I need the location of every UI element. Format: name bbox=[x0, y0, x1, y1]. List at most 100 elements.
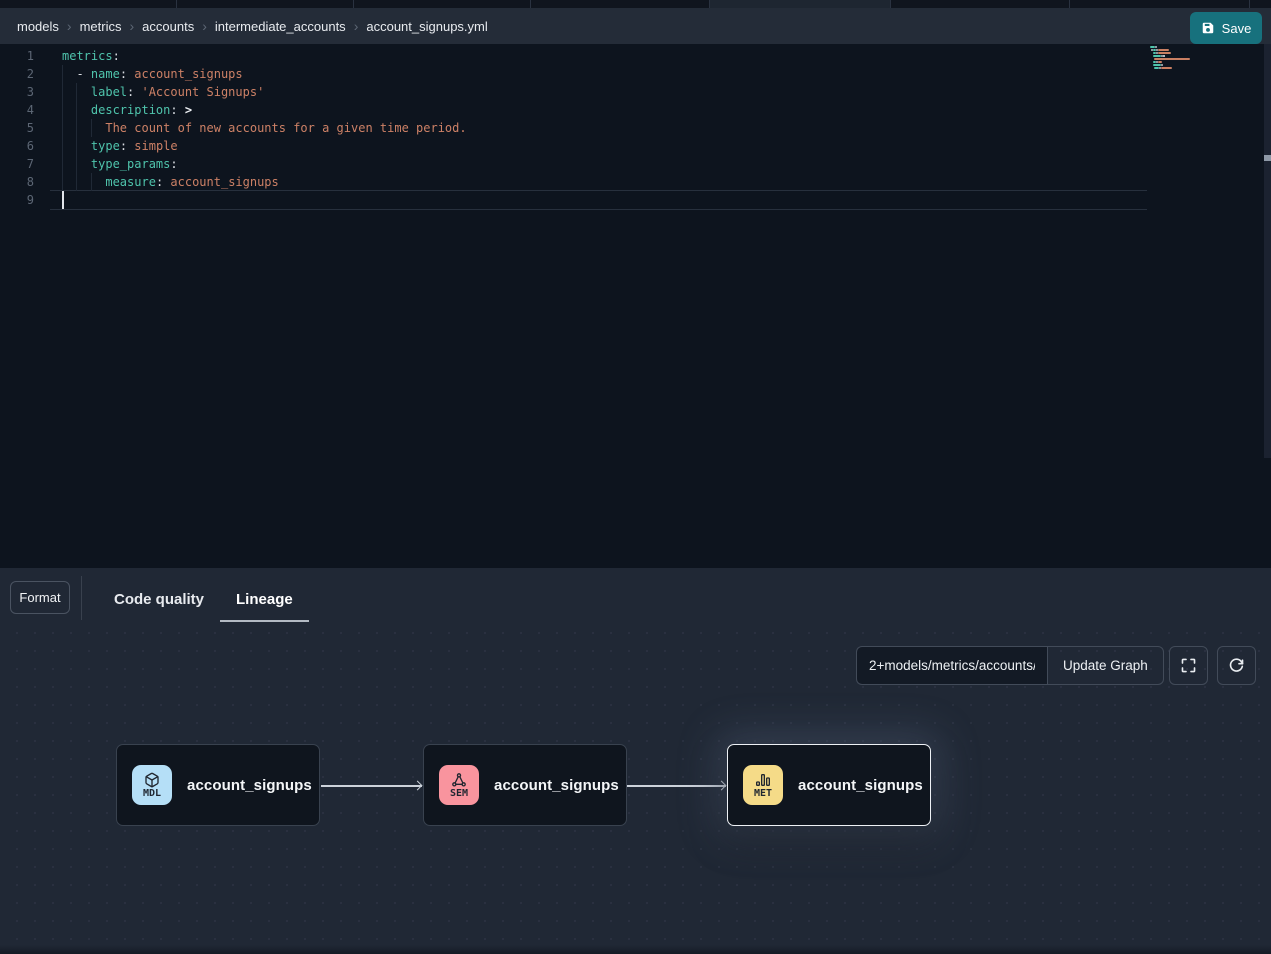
line-number: 3 bbox=[0, 83, 34, 101]
code-token bbox=[62, 121, 105, 135]
line-number: 8 bbox=[0, 173, 34, 191]
breadcrumb-item: models bbox=[17, 19, 59, 34]
code-token: 'Account Signups' bbox=[141, 85, 264, 99]
clipped-file-tab[interactable] bbox=[1250, 0, 1271, 8]
update-graph-button[interactable]: Update Graph bbox=[1047, 646, 1164, 685]
save-button[interactable]: Save bbox=[1190, 12, 1262, 44]
lineage-node-sem[interactable]: SEMaccount_signups bbox=[423, 744, 627, 826]
breadcrumb-item: accounts bbox=[142, 19, 194, 34]
code-line[interactable]: 6 type: simple bbox=[0, 137, 1271, 155]
line-number: 2 bbox=[0, 65, 34, 83]
fullscreen-button[interactable] bbox=[1169, 646, 1208, 685]
code-line[interactable]: 4 description: > bbox=[0, 101, 1271, 119]
code-token: > bbox=[185, 103, 192, 117]
code-token: metrics bbox=[62, 49, 113, 63]
code-line[interactable]: 9 bbox=[0, 191, 1271, 209]
indent-guide bbox=[76, 83, 77, 191]
clipped-file-tab[interactable] bbox=[0, 0, 177, 8]
refresh-icon bbox=[1228, 657, 1245, 674]
line-number: 5 bbox=[0, 119, 34, 137]
minimap-line bbox=[1150, 46, 1212, 48]
breadcrumb-separator-icon: › bbox=[129, 19, 134, 33]
minimap[interactable] bbox=[1150, 46, 1212, 73]
breadcrumb: models › metrics › accounts › intermediate_acc… bbox=[17, 19, 488, 34]
minimap-line bbox=[1150, 70, 1212, 72]
model-selector-input[interactable] bbox=[856, 646, 1047, 685]
code-token: : bbox=[156, 175, 170, 189]
lineage-selector-group: Update Graph bbox=[856, 646, 1164, 685]
tab-code-quality[interactable]: Code quality bbox=[98, 578, 220, 622]
code-token: type bbox=[91, 139, 120, 153]
minimap-line bbox=[1150, 49, 1212, 51]
node-badge-sem: SEM bbox=[439, 765, 479, 805]
code-line[interactable]: 8 measure: account_signups bbox=[0, 173, 1271, 191]
clipped-file-tab[interactable] bbox=[354, 0, 531, 8]
minimap-line bbox=[1150, 67, 1212, 69]
code-token: The count of new accounts for a given ti… bbox=[105, 121, 466, 135]
refresh-button[interactable] bbox=[1217, 646, 1256, 685]
tab-lineage[interactable]: Lineage bbox=[220, 578, 309, 622]
scrollbar-track[interactable] bbox=[1264, 44, 1271, 458]
semantic-network-icon bbox=[451, 772, 467, 788]
format-button[interactable]: Format bbox=[10, 581, 70, 614]
model-cube-icon bbox=[144, 772, 160, 788]
indent-guide bbox=[62, 65, 63, 191]
ide-window: models › metrics › accounts › intermediate_acc… bbox=[0, 0, 1271, 954]
clipped-file-tab[interactable] bbox=[710, 0, 891, 8]
clipped-file-tab[interactable] bbox=[531, 0, 710, 8]
code-token: measure bbox=[105, 175, 156, 189]
node-badge-mdl: MDL bbox=[132, 765, 172, 805]
canvas-bottom-fade bbox=[0, 945, 1271, 954]
clipped-file-tab[interactable] bbox=[891, 0, 1070, 8]
code-token: - bbox=[62, 67, 91, 81]
minimap-line bbox=[1150, 58, 1212, 60]
code-token: : bbox=[170, 103, 184, 117]
code-line[interactable]: 2 - name: account_signups bbox=[0, 65, 1271, 83]
breadcrumb-item: metrics bbox=[80, 19, 122, 34]
lineage-node-mdl[interactable]: MDL account_signups bbox=[116, 744, 320, 826]
code-line[interactable]: 7 type_params: bbox=[0, 155, 1271, 173]
code-editor[interactable]: 1metrics:2 - name: account_signups3 labe… bbox=[0, 44, 1271, 568]
metric-bars-icon bbox=[755, 772, 771, 788]
node-badge-label: MET bbox=[754, 789, 772, 799]
indent-guide bbox=[91, 173, 92, 191]
node-label: account_signups bbox=[187, 777, 312, 794]
panel-tabs: Code qualityLineage bbox=[98, 578, 309, 622]
code-token: : bbox=[170, 157, 177, 171]
breadcrumb-item: account_signups.yml bbox=[366, 19, 487, 34]
node-badge-label: SEM bbox=[450, 789, 468, 799]
bottom-panel: Format Code qualityLineage Update Graph … bbox=[0, 568, 1271, 954]
lineage-edge bbox=[321, 785, 422, 787]
clipped-file-tab[interactable] bbox=[177, 0, 354, 8]
code-token bbox=[62, 175, 105, 189]
panel-divider bbox=[81, 576, 82, 620]
code-token: description bbox=[91, 103, 170, 117]
lineage-edge bbox=[625, 785, 726, 787]
code-line[interactable]: 5 The count of new accounts for a given … bbox=[0, 119, 1271, 137]
code-token: name bbox=[91, 67, 120, 81]
code-line[interactable]: 1metrics: bbox=[0, 47, 1271, 65]
breadcrumb-item: intermediate_accounts bbox=[215, 19, 346, 34]
fullscreen-icon bbox=[1180, 657, 1197, 674]
clipped-file-tab[interactable] bbox=[1070, 0, 1250, 8]
lineage-node-met[interactable]: METaccount_signups bbox=[727, 744, 931, 826]
code-token: : bbox=[120, 67, 134, 81]
line-number: 1 bbox=[0, 47, 34, 65]
code-content[interactable]: 1metrics:2 - name: account_signups3 labe… bbox=[0, 47, 1271, 209]
node-badge-met: MET bbox=[743, 765, 783, 805]
line-number: 4 bbox=[0, 101, 34, 119]
minimap-line bbox=[1150, 64, 1212, 66]
text-cursor bbox=[62, 191, 64, 209]
code-token: label bbox=[91, 85, 127, 99]
line-number: 9 bbox=[0, 191, 34, 209]
line-number: 7 bbox=[0, 155, 34, 173]
node-badge-label: MDL bbox=[143, 789, 161, 799]
code-line[interactable]: 3 label: 'Account Signups' bbox=[0, 83, 1271, 101]
code-token: account_signups bbox=[134, 67, 242, 81]
breadcrumb-separator-icon: › bbox=[67, 19, 72, 33]
scrollbar-thumb[interactable] bbox=[1264, 155, 1271, 161]
breadcrumb-separator-icon: › bbox=[202, 19, 207, 33]
minimap-line bbox=[1150, 52, 1212, 54]
file-tab-strip bbox=[0, 0, 1271, 8]
lineage-canvas[interactable]: Update Graph MDL account_signups SEMaccoun… bbox=[0, 628, 1271, 954]
